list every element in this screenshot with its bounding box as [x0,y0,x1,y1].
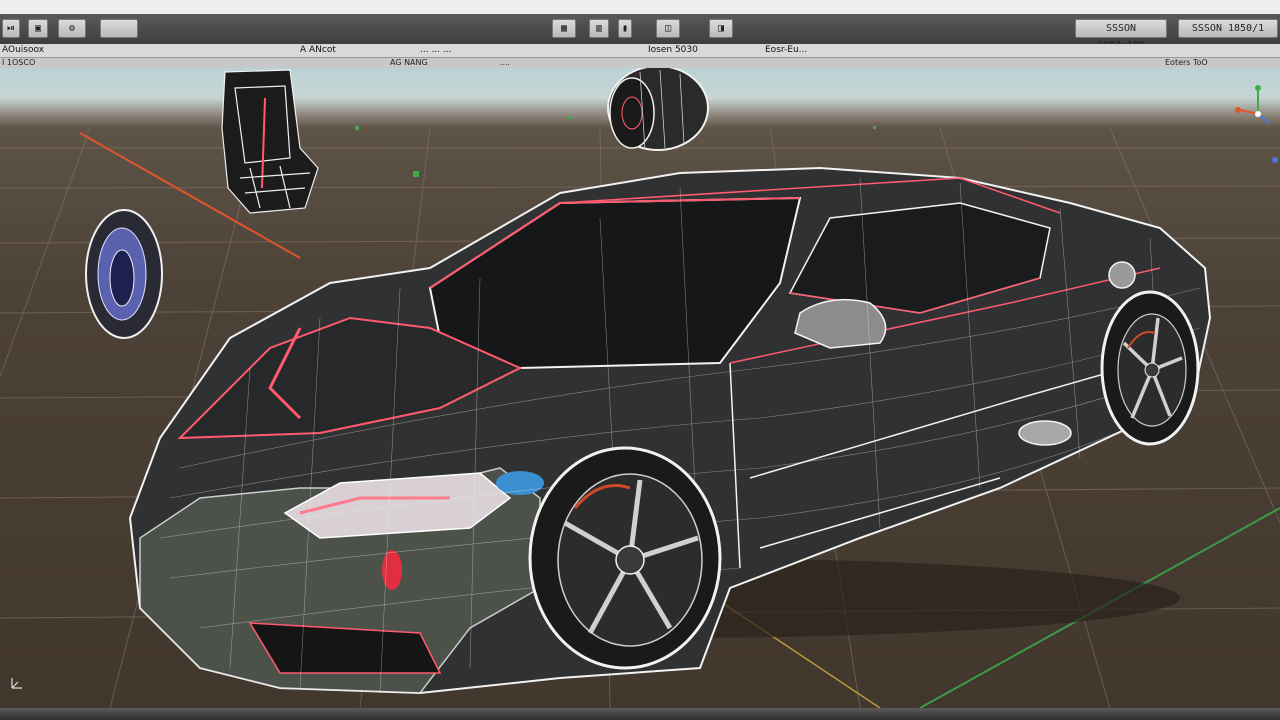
subheader-mid-2: .... [500,58,511,67]
toolbar-button-2[interactable]: ▣ [28,19,48,38]
toolbar-button-1[interactable]: ⏯ [2,19,20,38]
toolbar-right-button-2[interactable]: SSSON 1850/1 [1178,19,1278,38]
toolbar-center-button-4[interactable]: ◫ [656,19,680,38]
front-wheel[interactable] [528,446,722,670]
rear-wheel[interactable] [1100,290,1200,446]
subheader-mid-1: AG NANG [390,58,428,67]
modeling-app-window: ⏯ ▣ ⚙ ▦ ▥ ▮ ◫ ◨ SSSON 1003:100 SSSON 185… [0,0,1280,720]
header-item-4[interactable]: Eosr-Eu... [765,44,807,57]
car-model-mesh[interactable] [128,166,1212,695]
panel-header: AOuisoox A ANcot ... ... ... Iosen 5030 … [0,44,1280,58]
panel-title: AOuisoox [2,45,45,55]
main-toolbar: ⏯ ▣ ⚙ ▦ ▥ ▮ ◫ ◨ SSSON 1003:100 SSSON 185… [0,14,1280,51]
toolbar-button-4[interactable] [100,19,138,38]
3d-viewport[interactable] [0,68,1280,708]
viewport-canvas [0,68,1280,708]
toolbar-button-3[interactable]: ⚙ [58,19,86,38]
view-axes-icon[interactable] [11,678,22,689]
toolbar-center-button-3[interactable]: ▮ [618,19,632,38]
toolbar-center-button-1[interactable]: ▦ [552,19,576,38]
seat-part-mesh[interactable] [221,69,319,214]
toolbar-center-button-2[interactable]: ▥ [589,19,609,38]
status-bar [0,708,1280,720]
subheader-left: I 1OSCO [2,58,36,67]
tire-part-mesh[interactable] [607,68,709,151]
title-strip [0,0,1280,14]
toolbar-center-button-5[interactable]: ◨ [709,19,733,38]
panel-subheader: I 1OSCO AG NANG .... Eoters ToO [0,58,1280,68]
toolbar-right-button-1[interactable]: SSSON 1003:100 [1075,19,1167,51]
subheader-right: Eoters ToO [1165,58,1208,67]
ring-part-mesh[interactable] [85,209,163,339]
header-item-3[interactable]: Iosen 5030 [648,44,698,57]
axis-gizmo-icon[interactable] [1235,85,1278,163]
header-item-1[interactable]: A ANcot [300,44,336,57]
header-item-2[interactable]: ... ... ... [420,44,451,57]
